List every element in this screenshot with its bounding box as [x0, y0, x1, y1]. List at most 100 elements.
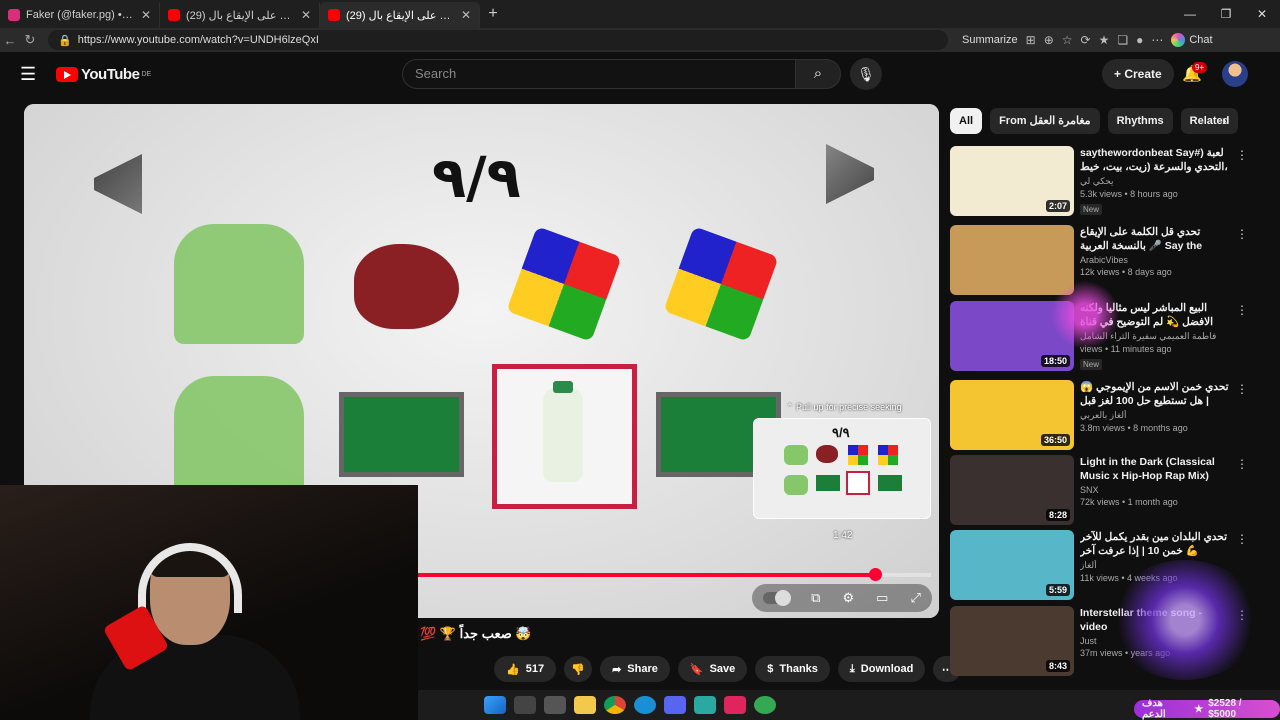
channel-name[interactable]: SNX	[1080, 485, 1230, 495]
video-thumbnail[interactable]: 36:50	[950, 380, 1074, 450]
channel-name[interactable]: ArabicVibes	[1080, 255, 1230, 265]
autoplay-toggle[interactable]	[763, 590, 792, 606]
close-window-icon[interactable]: ✕	[1244, 0, 1280, 28]
channel-name[interactable]: يحكي لي	[1080, 176, 1230, 187]
copilot-chat-button[interactable]: Chat	[1171, 33, 1213, 47]
menu-icon[interactable]: ☰	[20, 64, 40, 85]
recommendation-item[interactable]: 8:43 Interstellar theme song - video Just 3…	[950, 606, 1260, 676]
search-input[interactable]: Search	[402, 59, 796, 89]
zoom-icon[interactable]: ⊕	[1044, 33, 1054, 47]
video-thumbnail[interactable]: 5:59	[950, 530, 1074, 600]
channel-name[interactable]: فاطمة العميمي سفيرة الثراء الشامل	[1080, 331, 1230, 342]
windows-start-icon[interactable]	[484, 696, 506, 714]
recommendation-title[interactable]: Light in the Dark (Classical Music x Hip…	[1080, 455, 1230, 483]
recommendation-title[interactable]: تحدي البلدان مين بقدر يكمل للآخر 💪 خمن 1…	[1080, 530, 1230, 558]
video-thumbnail[interactable]	[950, 225, 1074, 295]
close-tab-icon[interactable]: ✕	[461, 8, 471, 22]
minimize-icon[interactable]: —	[1172, 0, 1208, 28]
video-thumbnail[interactable]: 2:07	[950, 146, 1074, 216]
search-button[interactable]: ⌕	[795, 59, 841, 89]
tab-title: تحدي قل الكلمة على الإيقاع بال (29)	[186, 9, 295, 22]
more-options-icon[interactable]: ⋮	[1236, 303, 1248, 317]
chip-related[interactable]: Related	[1180, 108, 1239, 134]
back-icon[interactable]: ←	[0, 33, 20, 48]
favorite-star-icon[interactable]: ☆	[1062, 33, 1073, 47]
notification-count-badge: 9+	[1192, 62, 1208, 73]
video-thumbnail[interactable]: 8:28	[950, 455, 1074, 525]
close-tab-icon[interactable]: ✕	[141, 8, 151, 22]
video-thumbnail[interactable]: 18:50	[950, 301, 1074, 371]
refresh-page-icon[interactable]: ⟳	[1081, 33, 1091, 47]
recommendation-title[interactable]: تحدي خمن الاسم من الإيموجي 😱 | هل تستطيع…	[1080, 380, 1230, 408]
share-button[interactable]: ➦ Share	[600, 656, 670, 682]
task-view-icon[interactable]	[544, 696, 566, 714]
channel-name[interactable]: Just	[1080, 636, 1230, 646]
file-explorer-icon[interactable]	[574, 696, 596, 714]
tiktok-icon[interactable]	[724, 696, 746, 714]
collections-icon[interactable]: ❏	[1117, 33, 1128, 47]
chevron-right-icon[interactable]: ›	[1222, 112, 1227, 128]
recommendation-item[interactable]: 18:50 البيع المباشر ليس مثاليا ولكنه الاف…	[950, 301, 1260, 371]
save-button[interactable]: 🔖 Save	[677, 656, 748, 682]
channel-name[interactable]: ألغاز بالعربي	[1080, 410, 1230, 421]
new-tab-button[interactable]: +	[480, 5, 506, 23]
browser-tab-3[interactable]: تحدي قل الكلمة على الإيقاع بال (29) ✕	[320, 2, 480, 28]
close-tab-icon[interactable]: ✕	[301, 8, 311, 22]
dislike-button[interactable]: 👎	[564, 656, 593, 682]
favorites-icon[interactable]: ★	[1099, 33, 1110, 47]
more-options-icon[interactable]: ⋮	[1236, 457, 1248, 471]
youtube-logo[interactable]: YouTube DE	[56, 66, 151, 83]
video-thumbnail[interactable]: 8:43	[950, 606, 1074, 676]
restore-icon[interactable]: ❐	[1208, 0, 1244, 28]
browser-tab-2[interactable]: تحدي قل الكلمة على الإيقاع بال (29) ✕	[160, 2, 320, 28]
more-icon[interactable]: ⋯	[1151, 33, 1163, 47]
scrubber-knob[interactable]	[868, 568, 882, 581]
voice-search-button[interactable]: 🎙	[850, 58, 882, 90]
account-avatar[interactable]	[1222, 61, 1248, 87]
recommendation-title[interactable]: Interstellar theme song - video	[1080, 606, 1230, 634]
create-button[interactable]: + Create	[1102, 59, 1174, 89]
extensions-icon[interactable]: ⊞	[1026, 33, 1036, 47]
search-taskbar-icon[interactable]	[514, 696, 536, 714]
subtitles-icon[interactable]: ⧉	[811, 590, 820, 606]
video-title: 💯 🏆 صعب جداً 🤯	[420, 626, 532, 641]
channel-name[interactable]: ألغاز	[1080, 560, 1230, 571]
seek-preview-thumbnail: ٩/٩	[753, 418, 931, 519]
recommendation-title[interactable]: saythewordonbeat Say#) لعبة التحدي والسر…	[1080, 146, 1230, 174]
chip-from-channel[interactable]: From مغامرة العقل	[990, 108, 1100, 134]
url-field[interactable]: 🔒 https://www.youtube.com/watch?v=UNDH6l…	[48, 30, 948, 50]
summarize-button[interactable]: Summarize	[962, 34, 1018, 46]
chip-all[interactable]: All	[950, 108, 983, 134]
browser-tab-1[interactable]: Faker (@faker.pg) • Instagram pho ✕	[0, 2, 160, 28]
download-button[interactable]: ⤓ Download	[837, 656, 926, 682]
more-options-icon[interactable]: ⋮	[1236, 382, 1248, 396]
progress-bar[interactable]	[418, 568, 931, 581]
refresh-icon[interactable]: ↻	[20, 32, 40, 48]
edge-icon[interactable]	[634, 696, 656, 714]
recommendation-item[interactable]: 5:59 تحدي البلدان مين بقدر يكمل للآخر 💪 خ…	[950, 530, 1260, 600]
more-options-icon[interactable]: ⋮	[1236, 608, 1248, 622]
more-options-icon[interactable]: ⋮	[1236, 148, 1248, 162]
chip-rhythms[interactable]: Rhythms	[1107, 108, 1173, 134]
recommendation-item[interactable]: 2:07 saythewordonbeat Say#) لعبة التحدي و…	[950, 146, 1260, 216]
profile-icon[interactable]: ●	[1136, 33, 1143, 47]
more-options-icon[interactable]: ⋮	[1236, 532, 1248, 546]
store-icon[interactable]	[694, 696, 716, 714]
recommendation-item[interactable]: 8:28 Light in the Dark (Classical Music x…	[950, 455, 1260, 525]
recommendation-title[interactable]: تحدي قل الكلمة على الإيقاع بالنسخة العرب…	[1080, 225, 1230, 253]
like-button[interactable]: 👍 517	[494, 656, 557, 682]
settings-gear-icon[interactable]: ⚙	[842, 590, 854, 606]
recommendation-title[interactable]: البيع المباشر ليس مثاليا ولكنه الافضل 💫 …	[1080, 301, 1230, 329]
discord-icon[interactable]	[664, 696, 686, 714]
fullscreen-icon[interactable]: ⤢	[911, 590, 921, 606]
more-options-icon[interactable]: ⋮	[1236, 227, 1248, 241]
recommendation-item[interactable]: 36:50 تحدي خمن الاسم من الإيموجي 😱 | هل ت…	[950, 380, 1260, 450]
thanks-button[interactable]: $ Thanks	[755, 656, 830, 682]
browser-tab-bar: Faker (@faker.pg) • Instagram pho ✕ تحدي…	[0, 0, 1280, 28]
chrome-icon[interactable]	[604, 696, 626, 714]
theater-mode-icon[interactable]: ▭	[876, 590, 888, 606]
region-code: DE	[141, 70, 152, 78]
recommendation-text: Light in the Dark (Classical Music x Hip…	[1080, 455, 1230, 507]
app-icon[interactable]	[754, 696, 776, 714]
recommendation-item[interactable]: تحدي قل الكلمة على الإيقاع بالنسخة العرب…	[950, 225, 1260, 295]
